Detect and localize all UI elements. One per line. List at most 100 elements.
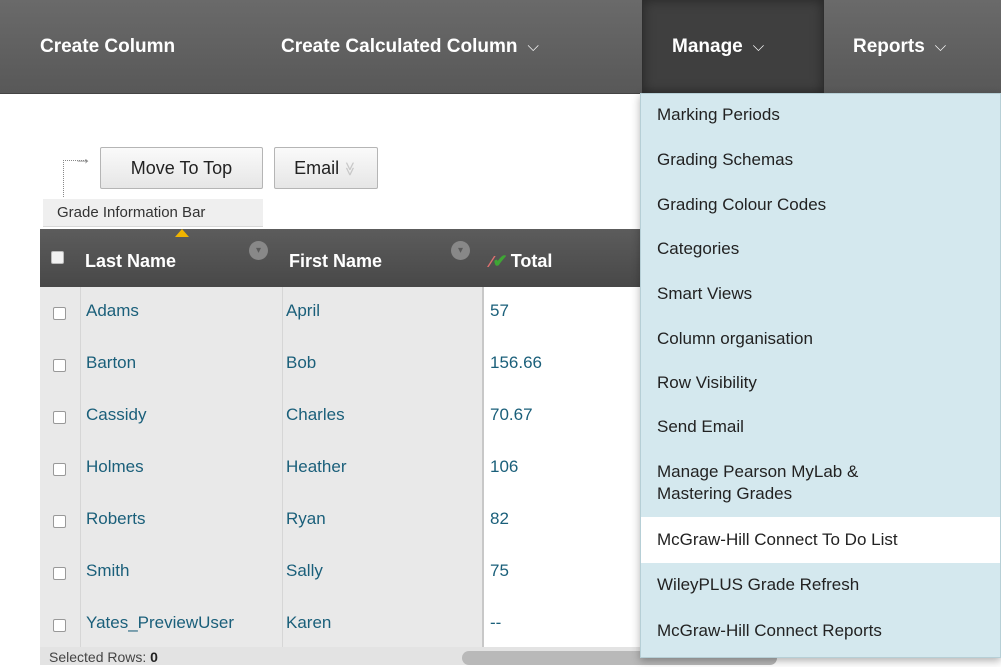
total-grade-value: 156.66 [490,353,542,372]
student-first-name-link[interactable]: Heather [286,457,346,476]
table-row: Smith Sally 75 [40,547,640,600]
menu-item-row-visibility[interactable]: Row Visibility [641,372,1000,394]
double-chevron-down-icon: ≫ [342,161,359,177]
first-name-cell: April [282,287,482,339]
column-header-last-name[interactable]: Last Name [85,229,176,287]
move-to-top-button[interactable]: Move To Top [100,147,263,189]
column-header-first-name[interactable]: First Name [289,229,382,287]
total-grade-cell[interactable]: 106 [482,443,640,495]
menu-item-label: Mastering Grades [657,484,793,503]
last-name-options-icon[interactable]: ▾ [249,241,268,260]
row-checkbox-cell [40,287,80,339]
total-grade-cell[interactable]: 82 [482,495,640,547]
email-button[interactable]: Email ≫ [274,147,378,189]
menu-item-wileyplus-refresh[interactable]: WileyPLUS Grade Refresh [641,574,1000,596]
student-first-name-link[interactable]: Ryan [286,509,326,528]
menu-item-label: WileyPLUS Grade Refresh [657,575,860,594]
menu-item-column-organisation[interactable]: Column organisation [641,328,1000,350]
menu-item-send-email[interactable]: Send Email [641,416,1000,438]
menu-item-label: Send Email [657,417,744,436]
row-checkbox[interactable] [53,567,66,580]
row-checkbox-cell [40,443,80,495]
row-checkbox-cell [40,547,80,599]
sort-indicator-icon [175,229,189,237]
manage-label: Manage [672,36,743,57]
student-last-name-link[interactable]: Cassidy [86,405,146,424]
last-name-cell: Adams [80,287,282,339]
student-last-name-link[interactable]: Barton [86,353,136,372]
last-name-cell: Smith [80,547,282,599]
row-checkbox[interactable] [53,619,66,632]
student-first-name-link[interactable]: Karen [286,613,331,632]
menu-item-mcgraw-hill-todo[interactable]: McGraw-Hill Connect To Do List [641,517,1000,563]
student-first-name-link[interactable]: Charles [286,405,345,424]
menu-item-label: Categories [657,239,740,258]
first-name-cell: Heather [282,443,482,495]
row-checkbox[interactable] [53,515,66,528]
last-name-cell: Cassidy [80,391,282,443]
chevron-down-icon: ⌵ [934,38,947,55]
row-checkbox-cell [40,495,80,547]
menu-item-label: McGraw-Hill Connect Reports [657,621,882,640]
student-last-name-link[interactable]: Holmes [86,457,144,476]
flow-arrow-icon: → [74,148,92,168]
menu-item-mcgraw-hill-reports[interactable]: McGraw-Hill Connect Reports [641,620,1000,642]
manage-menu-button[interactable]: Manage ⌵ [672,0,764,93]
grid-header: Last Name ▾ First Name ▾ ⁄✔ Total [40,229,640,287]
first-name-cell: Ryan [282,495,482,547]
last-name-header-label: Last Name [85,251,177,271]
first-name-cell: Sally [282,547,482,599]
student-first-name-link[interactable]: April [286,301,320,320]
menu-item-marking-periods[interactable]: Marking Periods [641,104,1000,126]
first-name-options-icon[interactable]: ▾ [451,241,470,260]
total-grade-cell[interactable]: 70.67 [482,391,640,443]
column-header-total[interactable]: ⁄✔ Total [490,229,552,287]
table-row: Roberts Ryan 82 [40,495,640,548]
table-row: Cassidy Charles 70.67 [40,391,640,444]
reports-menu-button[interactable]: Reports ⌵ [853,0,946,93]
menu-item-manage-pearson-mylab[interactable]: Manage Pearson MyLab & Mastering Grades [641,461,1000,505]
table-row: Barton Bob 156.66 [40,339,640,392]
row-checkbox[interactable] [53,307,66,320]
menu-item-label: Row Visibility [657,373,757,392]
student-first-name-link[interactable]: Sally [286,561,323,580]
total-grade-cell[interactable]: 75 [482,547,640,599]
student-last-name-link[interactable]: Roberts [86,509,146,528]
total-grade-value: 57 [490,301,509,320]
student-last-name-link[interactable]: Yates_PreviewUser [86,613,234,632]
total-grade-value: 75 [490,561,509,580]
action-bar: Create Column Create Calculated Column ⌵ … [0,0,1001,94]
menu-item-label: Grading Colour Codes [657,195,827,214]
create-calculated-column-button[interactable]: Create Calculated Column ⌵ [281,0,539,93]
chevron-down-icon: ⌵ [752,38,765,55]
select-all-checkbox[interactable] [51,251,64,264]
first-name-header-label: First Name [289,251,383,271]
total-grade-cell[interactable]: -- [482,599,640,651]
menu-item-label: Smart Views [657,284,753,303]
student-last-name-link[interactable]: Smith [86,561,129,580]
row-checkbox[interactable] [53,411,66,424]
selected-rows-label: Selected Rows: [49,649,147,665]
menu-item-label: Manage Pearson MyLab & [657,462,859,481]
menu-item-label: McGraw-Hill Connect To Do List [657,530,898,549]
create-column-button[interactable]: Create Column [40,0,175,93]
student-last-name-link[interactable]: Adams [86,301,139,320]
selected-rows-count: 0 [150,649,158,665]
menu-item-smart-views[interactable]: Smart Views [641,283,1000,305]
last-name-cell: Yates_PreviewUser [80,599,282,651]
chevron-down-icon: ⌵ [527,38,539,55]
last-name-cell: Barton [80,339,282,391]
row-checkbox-cell [40,391,80,443]
menu-item-categories[interactable]: Categories [641,238,1000,260]
total-grade-cell[interactable]: 156.66 [482,339,640,391]
manage-dropdown-menu: Marking Periods Grading Schemas Grading … [640,93,1001,658]
move-to-top-label: Move To Top [130,158,233,178]
last-name-cell: Holmes [80,443,282,495]
menu-item-label: Column organisation [657,329,813,348]
total-grade-cell[interactable]: 57 [482,287,640,339]
menu-item-grading-schemas[interactable]: Grading Schemas [641,149,1000,171]
row-checkbox[interactable] [53,463,66,476]
menu-item-grading-colour-codes[interactable]: Grading Colour Codes [641,194,1000,216]
row-checkbox[interactable] [53,359,66,372]
student-first-name-link[interactable]: Bob [286,353,316,372]
